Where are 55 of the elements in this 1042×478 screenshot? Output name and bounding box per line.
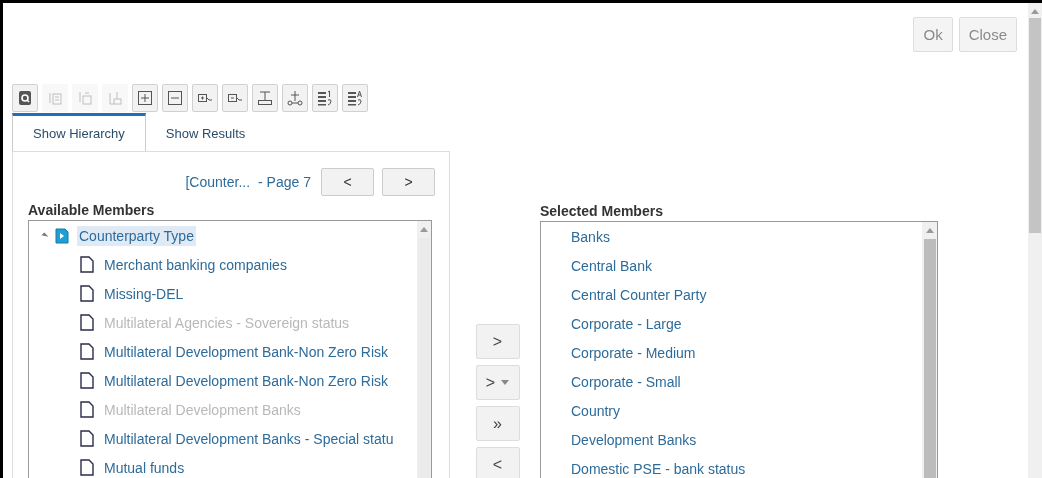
collapse-icon [166,89,184,107]
document-icon [80,401,94,418]
tree-item[interactable]: Missing-DEL [102,283,186,304]
toolbar-button[interactable] [162,84,188,112]
list-item[interactable]: Corporate - Medium [571,344,696,361]
toolbar-button[interactable] [222,84,248,112]
page-number: - Page 7 [258,174,311,190]
document-icon [80,430,94,447]
tree-item[interactable]: Multilateral Development Bank-Non Zero Risk [102,370,390,391]
list-item[interactable]: Central Bank [571,257,652,274]
move-button[interactable]: » [475,406,520,441]
toolbar-button[interactable] [252,84,278,112]
toolbar-button[interactable] [282,84,308,112]
toolbar-button[interactable] [192,84,218,112]
sort-alpha-icon [346,89,364,107]
list-item[interactable]: Corporate - Large [571,315,682,332]
tree-item[interactable]: Multilateral Development Banks - Special statu [102,428,396,449]
document-icon [80,343,94,360]
list-item[interactable]: Banks [571,228,610,245]
hierarchy-link[interactable]: [Counter... [185,174,251,190]
move-button[interactable]: > [475,365,520,400]
list-item[interactable]: Central Counter Party [571,286,707,303]
list-item[interactable]: Corporate - Small [571,373,681,390]
document-icon [80,256,94,273]
toolbar-button[interactable] [12,84,38,112]
tree-item[interactable]: Counterparty Type [77,225,196,246]
list-item[interactable]: Domestic PSE - bank status [571,460,746,477]
document-icon [80,314,94,331]
tree-item[interactable]: Merchant banking companies [102,254,289,275]
previous-page-button[interactable]: < [321,168,374,196]
selected-members-label: Selected Members [540,203,664,219]
tab[interactable]: Show Hierarchy [12,113,146,151]
folder-icon [55,227,69,244]
close-button[interactable]: Close [958,17,1017,52]
tree-item[interactable]: Multilateral Development Bank-Non Zero Risk [102,341,390,362]
list-item[interactable]: Country [571,402,621,419]
expand-icon [136,89,154,107]
scrollbar[interactable] [922,222,937,478]
document-icon [80,372,94,389]
toolbar-button[interactable] [132,84,158,112]
toolbar-button[interactable] [312,84,338,112]
sort-numeric-icon [316,89,334,107]
caret-icon [501,380,510,385]
toolbar-button[interactable] [342,84,368,112]
list-item[interactable]: Development Banks [571,431,697,448]
page-scrollbar[interactable] [1028,3,1042,478]
next-page-button[interactable]: > [382,168,435,196]
tree-item[interactable]: Mutual funds [102,457,187,478]
move-button[interactable]: < [475,447,520,478]
scrollbar[interactable] [416,221,431,478]
ok-button[interactable]: Ok [913,17,953,52]
available-members-label: Available Members [28,202,156,218]
move-button[interactable]: > [475,324,520,359]
preview-icon [16,89,34,107]
document-icon [80,285,94,302]
